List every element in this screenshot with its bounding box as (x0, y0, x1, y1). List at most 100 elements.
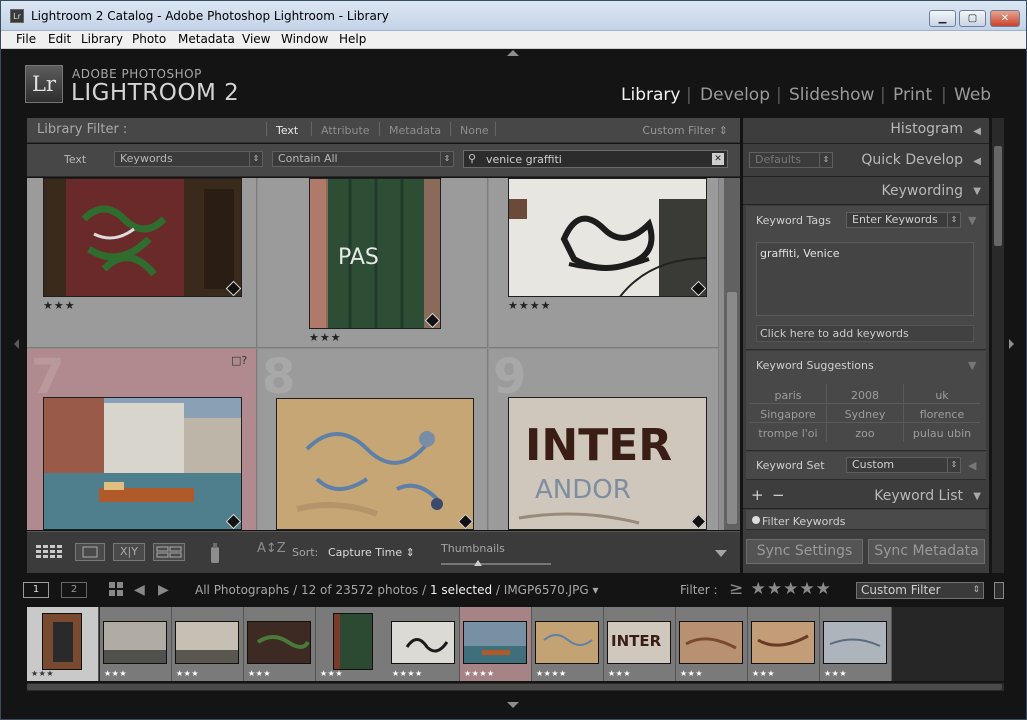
keyword-list-header[interactable]: + − Keyword List ▼ (743, 483, 989, 509)
keyword-suggestion[interactable]: trompe l'oi (750, 427, 826, 440)
right-panel-scrollbar-thumb[interactable] (994, 146, 1002, 246)
filmstrip-thumb[interactable]: INTER ★★★ (604, 607, 676, 681)
filter-tab-attribute[interactable]: Attribute (321, 124, 370, 137)
quick-develop-header[interactable]: Defaults ⇕ Quick Develop ◀ (743, 145, 989, 177)
sync-settings-button[interactable]: Sync Settings (746, 539, 863, 564)
add-keywords-input[interactable]: Click here to add keywords (756, 325, 974, 342)
collapse-down-icon[interactable]: ▼ (968, 214, 976, 227)
photo-thumbnail[interactable] (276, 398, 474, 530)
forward-arrow-icon[interactable]: ▶ (158, 582, 169, 598)
top-panel-toggle-icon[interactable] (507, 50, 519, 56)
grid-cell[interactable]: PAS ★★★ (258, 178, 488, 348)
search-input[interactable]: ⚲ venice graffiti ✕ (463, 150, 728, 168)
remove-keyword-icon[interactable]: − (772, 486, 785, 504)
grid-cell[interactable]: 8 (258, 349, 488, 530)
collapse-down-icon[interactable]: ▼ (968, 359, 976, 372)
slider-knob[interactable] (474, 560, 482, 566)
photo-thumbnail[interactable] (43, 178, 242, 297)
keywords-textarea[interactable]: graffiti, Venice (756, 242, 974, 316)
minimize-button[interactable]: ▁ (929, 10, 956, 27)
filmstrip-thumb[interactable]: ★★★ (244, 607, 316, 681)
survey-view-icon[interactable] (153, 543, 185, 561)
keyword-tags-mode-select[interactable]: Enter Keywords ⇕ (846, 212, 961, 228)
grid-cell[interactable]: ★★★ (27, 178, 257, 348)
filter-preset-select[interactable]: Custom Filter ⇕ (642, 124, 728, 137)
menu-photo[interactable]: Photo (132, 32, 166, 46)
photo-thumbnail[interactable] (43, 397, 242, 530)
overlay-icon[interactable]: □? (231, 354, 247, 367)
maximize-button[interactable]: ▢ (959, 10, 986, 27)
filter-keywords-input[interactable]: Filter Keywords (746, 510, 986, 530)
collapse-left-icon[interactable]: ◀ (968, 459, 976, 472)
grid-cell[interactable]: ★★★★ (489, 178, 719, 348)
clear-search-icon[interactable]: ✕ (712, 153, 724, 165)
menu-view[interactable]: View (242, 32, 270, 46)
add-keyword-icon[interactable]: + (751, 486, 764, 504)
filmstrip-thumb[interactable]: ★★★ (172, 607, 244, 681)
module-library[interactable]: Library (621, 85, 680, 105)
sort-select[interactable]: Capture Time ⇕ (328, 546, 415, 559)
filter-tab-none[interactable]: None (460, 124, 489, 137)
photo-thumbnail[interactable] (508, 178, 707, 297)
grid-view-icon[interactable] (35, 543, 67, 561)
menu-window[interactable]: Window (281, 32, 328, 46)
menu-file[interactable]: File (16, 32, 36, 46)
rating-filter[interactable]: ≥ ★★★★★ (729, 579, 832, 599)
app-icon[interactable]: Lr (10, 9, 24, 23)
module-develop[interactable]: Develop (700, 85, 770, 105)
rule-select[interactable]: Contain All ⇕ (272, 151, 454, 167)
custom-filter-select[interactable]: Custom Filter ⇕ (856, 582, 984, 599)
grid-cell-selected[interactable]: 7 □? (27, 349, 257, 530)
keyword-suggestion[interactable]: paris (750, 389, 826, 402)
keyword-suggestion[interactable]: Sydney (827, 408, 903, 421)
keyword-suggestion[interactable]: pulau ubin (904, 427, 980, 440)
filmstrip-thumb-selected[interactable]: ★★★★ (460, 607, 532, 681)
menu-help[interactable]: Help (339, 32, 366, 46)
keyword-suggestion[interactable]: zoo (827, 427, 903, 440)
right-panel-scrollbar[interactable] (992, 118, 1004, 573)
grid-scrollbar[interactable] (724, 178, 740, 530)
photo-thumbnail[interactable]: PAS (309, 178, 441, 329)
qd-preset-select[interactable]: Defaults ⇕ (749, 152, 833, 168)
module-print[interactable]: Print (893, 85, 932, 105)
right-panel-toggle-icon[interactable] (1009, 339, 1014, 349)
thumbnail-size-slider[interactable] (441, 560, 551, 566)
back-arrow-icon[interactable]: ◀ (134, 582, 145, 598)
filmstrip-scrollbar[interactable] (27, 683, 1004, 691)
keyword-suggestion[interactable]: Singapore (750, 408, 826, 421)
sync-metadata-button[interactable]: Sync Metadata (868, 539, 985, 564)
keywording-header[interactable]: Keywording ▼ (743, 178, 989, 205)
filmstrip-thumb[interactable]: ★★★★ (532, 607, 604, 681)
source-path[interactable]: All Photographs / 12 of 23572 photos / 1… (195, 583, 599, 597)
sort-direction-icon[interactable]: A↕Z (257, 541, 286, 556)
grid-scrollbar-thumb[interactable] (727, 292, 737, 524)
menu-edit[interactable]: Edit (48, 32, 71, 46)
histogram-header[interactable]: Histogram ◀ (743, 118, 989, 144)
keyword-suggestion[interactable]: florence (904, 408, 980, 421)
filmstrip-thumb[interactable]: ★★★ (820, 607, 892, 681)
filmstrip-thumb[interactable]: ★★★ (676, 607, 748, 681)
secondary-window-button[interactable]: 2 (61, 582, 87, 598)
filmstrip-thumb[interactable]: ★★★ (27, 607, 99, 681)
filmstrip-thumb[interactable]: ★★★ (748, 607, 820, 681)
star-rating[interactable]: ★★★ (43, 299, 76, 312)
filmstrip-thumb[interactable]: ★★★★ (388, 607, 460, 681)
toolbar-menu-icon[interactable] (715, 550, 727, 557)
left-panel-toggle-icon[interactable] (14, 339, 19, 349)
filter-tab-metadata[interactable]: Metadata (389, 124, 441, 137)
grid-icon[interactable] (109, 582, 123, 600)
star-rating[interactable]: ★★★★ (508, 299, 551, 312)
painter-spray-icon[interactable] (208, 541, 222, 565)
photo-thumbnail[interactable]: INTER ANDOR (508, 397, 707, 530)
filter-tab-text[interactable]: Text (276, 124, 298, 137)
loupe-view-icon[interactable] (75, 543, 105, 561)
bottom-panel-toggle-icon[interactable] (507, 702, 519, 708)
compare-view-icon[interactable]: X|Y (113, 543, 145, 561)
primary-window-button[interactable]: 1 (23, 582, 49, 598)
keyword-suggestion[interactable]: 2008 (827, 389, 903, 402)
filmstrip-scrollbar-thumb[interactable] (27, 684, 1002, 690)
filmstrip-thumb[interactable]: ★★★ (100, 607, 172, 681)
field-select[interactable]: Keywords ⇕ (114, 151, 263, 167)
grid-cell[interactable]: 9 INTER ANDOR (489, 349, 719, 530)
module-web[interactable]: Web (954, 85, 991, 105)
